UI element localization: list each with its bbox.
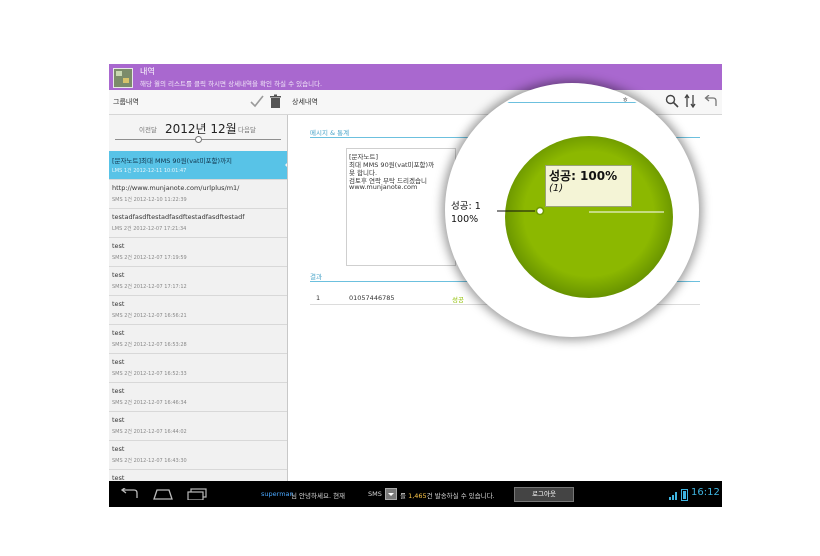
- list-item-title: test: [112, 271, 125, 279]
- remaining-count: 1,465: [408, 492, 427, 500]
- list-item-meta: SMS 2건 2012-12-07 16:52:33: [112, 371, 187, 377]
- prev-month-button[interactable]: 이전달: [139, 124, 157, 134]
- clock: 16:12: [691, 487, 720, 498]
- list-item-title: test: [112, 358, 125, 366]
- remaining-count-text: 를 1,465건 발송하실 수 있습니다.: [400, 490, 495, 500]
- app-icon: [113, 68, 133, 88]
- recent-apps-icon[interactable]: [186, 488, 208, 500]
- message-section-title: 메시지 & 통계: [310, 129, 350, 137]
- count-suffix: 건 발송하실 수 있습니다.: [426, 492, 495, 500]
- pie-slice-success[interactable]: [505, 136, 673, 298]
- list-item-title: test: [112, 445, 125, 453]
- system-bar: superman 님 안녕하세요. 현재 SMS 를 1,465건 발송하실 수…: [109, 481, 722, 507]
- list-item[interactable]: [문자노트]최대 MMS 90원(vat미포함)까지 LMS 1건 2012-1…: [109, 151, 287, 180]
- history-list-panel: 이전달 2012년 12월 다음달 [문자노트]최대 MMS 90원(vat미포…: [109, 115, 288, 481]
- result-status: 성공: [452, 296, 464, 304]
- tooltip-count: (1): [549, 183, 564, 194]
- pie-label-count: 성공: 1: [451, 201, 481, 212]
- user-name: superman: [261, 490, 294, 498]
- list-item[interactable]: test: [109, 470, 287, 481]
- list-item-title: test: [112, 416, 125, 424]
- list-item[interactable]: test SMS 2건 2012-12-07 16:43:30: [109, 441, 287, 470]
- page-title: 내역: [140, 67, 155, 76]
- sms-type-dropdown[interactable]: [385, 488, 397, 500]
- list-item-title: test: [112, 474, 125, 481]
- message-list: [문자노트]최대 MMS 90원(vat미포함)까지 LMS 1건 2012-1…: [109, 151, 287, 481]
- list-item[interactable]: test SMS 2건 2012-12-07 16:53:28: [109, 325, 287, 354]
- magnified-section-rule: [447, 102, 697, 103]
- title-bar: 내역 해당 월의 리스트를 클릭 하시면 상세내역을 확인 하실 수 있습니다.: [109, 64, 722, 90]
- zoom-magnifier: ㅎ 성공: 100% (1) 성공: 1 100%: [447, 85, 697, 335]
- detail-history-label: 상세내역: [292, 98, 318, 106]
- battery-icon: [681, 489, 688, 501]
- list-item[interactable]: test SMS 2건 2012-12-07 16:44:02: [109, 412, 287, 441]
- list-item-meta: LMS 2건 2012-12-07 17:21:34: [112, 226, 187, 232]
- list-item-title: [문자노트]최대 MMS 90원(vat미포함)까지: [112, 157, 233, 165]
- back-icon[interactable]: [704, 95, 718, 107]
- result-index: 1: [316, 294, 321, 302]
- list-item-meta: LMS 1건 2012-12-11 10:01:47: [112, 168, 187, 174]
- list-item[interactable]: test SMS 2건 2012-12-07 17:17:12: [109, 267, 287, 296]
- list-item[interactable]: testadfasdftestadfasdftestadfasdftestadf…: [109, 209, 287, 238]
- home-nav-icon[interactable]: [152, 488, 174, 500]
- list-item-meta: SMS 2건 2012-12-07 16:43:30: [112, 458, 187, 464]
- tooltip-percent: 성공: 100%: [549, 169, 618, 183]
- list-item-meta: SMS 2건 2012-12-07 16:44:02: [112, 429, 187, 435]
- list-item-title: test: [112, 387, 125, 395]
- back-nav-icon[interactable]: [119, 488, 139, 500]
- month-navigator: 이전달 2012년 12월 다음달: [109, 115, 287, 152]
- current-month: 2012년 12월: [165, 122, 237, 136]
- signal-icon: [669, 492, 677, 500]
- pie-label-percent: 100%: [451, 214, 479, 225]
- list-item[interactable]: test SMS 2건 2012-12-07 16:46:34: [109, 383, 287, 412]
- list-item-meta: SMS 2건 2012-12-07 17:17:12: [112, 284, 187, 290]
- trash-icon[interactable]: [269, 94, 282, 108]
- list-item[interactable]: http://www.munjanote.com/urlplus/m1/ SMS…: [109, 180, 287, 209]
- list-item[interactable]: test SMS 2건 2012-12-07 17:19:59: [109, 238, 287, 267]
- month-slider-handle[interactable]: [195, 136, 202, 143]
- page-subtitle: 해당 월의 리스트를 클릭 하시면 상세내역을 확인 하실 수 있습니다.: [140, 80, 323, 88]
- pie-tooltip: 성공: 100% (1): [545, 165, 632, 207]
- logout-button[interactable]: 로그아웃: [514, 487, 574, 502]
- greeting-text: 님 안녕하세요. 현재: [291, 492, 346, 500]
- result-phone: 01057446785: [349, 294, 395, 302]
- list-item-meta: SMS 2건 2012-12-07 16:53:28: [112, 342, 187, 348]
- sort-icon[interactable]: [684, 94, 696, 108]
- list-item-meta: SMS 1건 2012-12-10 11:22:39: [112, 197, 187, 203]
- list-item-title: test: [112, 329, 125, 337]
- message-content-box: [문자노트] 최대 MMS 90원(vat미포함)까 욧 합니다. 검토후 연락…: [346, 148, 456, 266]
- sms-type-label: SMS: [368, 490, 382, 498]
- check-icon[interactable]: [250, 94, 264, 108]
- list-item-title: testadfasdftestadfasdftestadfasdftestadf: [112, 213, 245, 221]
- pie-chart: [505, 136, 673, 298]
- list-item-title: test: [112, 300, 125, 308]
- result-section-title: 결과: [310, 273, 322, 281]
- group-history-label: 그룹내역: [113, 98, 139, 106]
- list-item-title: http://www.munjanote.com/urlplus/m1/: [112, 184, 240, 192]
- next-month-button[interactable]: 다음달: [238, 124, 256, 134]
- list-item[interactable]: test SMS 2건 2012-12-07 16:56:21: [109, 296, 287, 325]
- count-prefix: 를: [400, 492, 406, 500]
- message-line: www.munjanote.com: [349, 183, 418, 191]
- search-icon[interactable]: [665, 94, 679, 108]
- list-item-meta: SMS 2건 2012-12-07 16:46:34: [112, 400, 187, 406]
- magnified-corner-text: ㅎ: [622, 96, 629, 104]
- list-item-meta: SMS 2건 2012-12-07 17:19:59: [112, 255, 187, 261]
- list-item-meta: SMS 2건 2012-12-07 16:56:21: [112, 313, 187, 319]
- list-item[interactable]: test SMS 2건 2012-12-07 16:52:33: [109, 354, 287, 383]
- list-item-title: test: [112, 242, 125, 250]
- pie-label-leader: [497, 206, 545, 216]
